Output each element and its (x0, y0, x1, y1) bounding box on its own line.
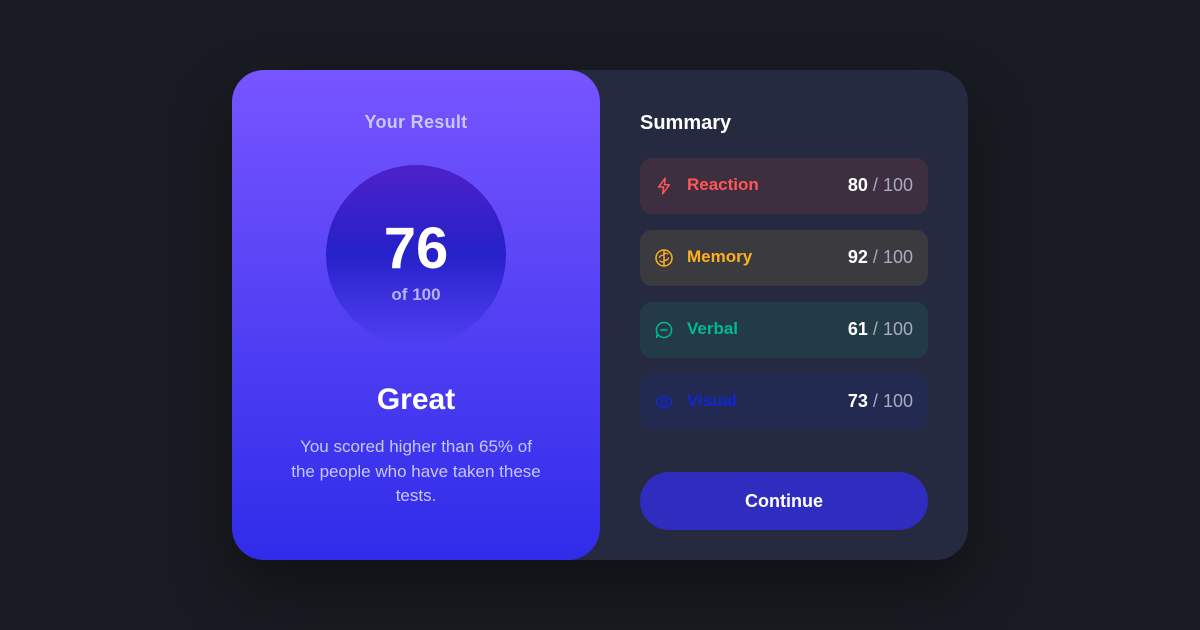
eye-icon (654, 392, 674, 412)
chat-bubble-icon (654, 320, 674, 340)
results-card: Your Result 76 of 100 Great You scored h… (232, 70, 968, 560)
summary-score: 73 / 100 (847, 391, 913, 411)
result-heading: Your Result (364, 112, 468, 132)
summary-score: 80 / 100 (847, 175, 913, 195)
score-value: 76 (383, 216, 449, 281)
summary-item-verbal: Verbal 61 / 100 (640, 302, 928, 358)
score-total: of 100 (391, 285, 441, 304)
summary-label: Reaction (687, 175, 759, 194)
score-circle: 76 of 100 (326, 165, 506, 345)
rating-description: You scored higher than 65% of the people… (291, 437, 541, 505)
summary-item-reaction: Reaction 80 / 100 (640, 158, 928, 214)
brain-icon (654, 248, 674, 268)
summary-item-visual: Visual 73 / 100 (640, 374, 928, 430)
summary-score: 61 / 100 (847, 319, 913, 339)
continue-button[interactable]: Continue (640, 472, 928, 530)
summary-label: Verbal (687, 319, 739, 338)
rating-title: Great (376, 383, 456, 416)
summary-score: 92 / 100 (847, 247, 913, 267)
summary-label: Visual (687, 391, 737, 410)
lightning-icon (654, 176, 674, 196)
summary-label: Memory (687, 247, 753, 266)
summary-heading: Summary (640, 112, 732, 134)
summary-item-memory: Memory 92 / 100 (640, 230, 928, 286)
result-panel: Your Result 76 of 100 Great You scored h… (232, 70, 600, 560)
